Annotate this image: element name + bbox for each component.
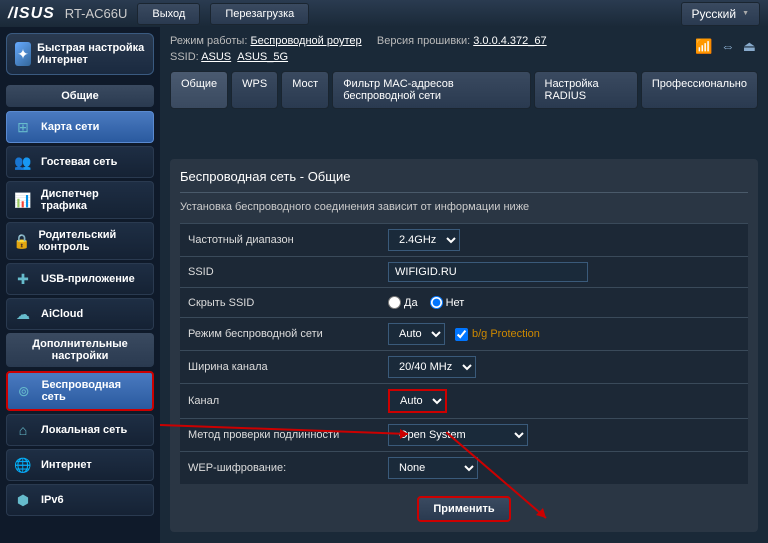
- tab-general[interactable]: Общие: [170, 71, 228, 109]
- fw-label: Версия прошивки:: [377, 35, 473, 47]
- ssid-prefix: SSID:: [170, 51, 201, 63]
- nav-label: Беспроводная сеть: [42, 379, 146, 403]
- ssid2-link[interactable]: ASUS_5G: [237, 51, 288, 63]
- ssid-input[interactable]: [388, 262, 588, 282]
- radio-yes[interactable]: Да: [388, 296, 418, 309]
- chart-icon: 📊: [13, 191, 33, 209]
- sidebar: ✦ Быстрая настройка Интернет Общие ⊞ Карт…: [0, 27, 160, 543]
- home-icon: ⌂: [13, 421, 33, 439]
- bg-protection-check[interactable]: b/g Protection: [455, 328, 540, 341]
- wep-select[interactable]: None: [388, 457, 478, 479]
- wand-icon: ✦: [15, 42, 31, 66]
- nav-parental-control[interactable]: 🔒 Родительский контроль: [6, 222, 154, 260]
- apply-row: Применить: [180, 496, 748, 522]
- width-label: Ширина канала: [188, 361, 388, 373]
- top-icons: 📶 ⇔ ⏏: [695, 38, 756, 55]
- ipv6-icon: ⬢: [13, 491, 33, 509]
- section-general: Общие: [6, 85, 154, 107]
- apply-button[interactable]: Применить: [417, 496, 510, 522]
- nav-ipv6[interactable]: ⬢ IPv6: [6, 484, 154, 516]
- brand-logo: /ISUS: [8, 5, 55, 23]
- nav-network-map[interactable]: ⊞ Карта сети: [6, 111, 154, 143]
- nav-label: USB-приложение: [41, 273, 135, 285]
- tab-pro[interactable]: Профессионально: [641, 71, 758, 109]
- puzzle-icon: ✚: [13, 270, 33, 288]
- lock-icon: 🔒: [13, 232, 30, 250]
- ssid1-link[interactable]: ASUS: [201, 51, 231, 63]
- globe-icon: 🌐: [13, 456, 33, 474]
- mode-label: Режим работы:: [170, 35, 250, 47]
- nav-label: Гостевая сеть: [41, 156, 117, 168]
- model-label: RT-AC66U: [65, 6, 128, 21]
- nav-traffic-manager[interactable]: 📊 Диспетчер трафика: [6, 181, 154, 219]
- auth-select[interactable]: Open System: [388, 424, 528, 446]
- yes-label: Да: [404, 297, 418, 309]
- wep-label: WEP-шифрование:: [188, 462, 388, 474]
- band-select[interactable]: 2.4GHz: [388, 229, 460, 251]
- row-wireless-mode: Режим беспроводной сети Auto b/g Protect…: [180, 317, 748, 350]
- nav-label: Локальная сеть: [41, 424, 127, 436]
- channel-select[interactable]: Auto: [388, 389, 447, 413]
- row-channel: Канал Auto: [180, 383, 748, 418]
- row-auth: Метод проверки подлинности Open System: [180, 418, 748, 451]
- nav-wireless[interactable]: ⊚ Беспроводная сеть: [6, 371, 154, 411]
- quick-setup-button[interactable]: ✦ Быстрая настройка Интернет: [6, 33, 154, 75]
- tabs: Общие WPS Мост Фильтр MAC-адресов беспро…: [170, 71, 758, 109]
- tab-mac-filter[interactable]: Фильтр MAC-адресов беспроводной сети: [332, 71, 530, 109]
- row-wep: WEP-шифрование: None: [180, 451, 748, 484]
- nav-label: IPv6: [41, 494, 64, 506]
- nav-aicloud[interactable]: ☁ AiCloud: [6, 298, 154, 330]
- top-bar: /ISUS RT-AC66U Выход Перезагрузка Русски…: [0, 0, 768, 27]
- no-label: Нет: [446, 297, 465, 309]
- quick-setup-label: Быстрая настройка Интернет: [37, 42, 145, 66]
- usb-icon[interactable]: ⇔: [721, 38, 735, 55]
- language-label: Русский: [692, 7, 737, 21]
- tab-bridge[interactable]: Мост: [281, 71, 329, 109]
- nav-wan[interactable]: 🌐 Интернет: [6, 449, 154, 481]
- nav-guest-network[interactable]: 👥 Гостевая сеть: [6, 146, 154, 178]
- nav-usb-app[interactable]: ✚ USB-приложение: [6, 263, 154, 295]
- band-label: Частотный диапазон: [188, 234, 388, 246]
- width-select[interactable]: 20/40 MHz: [388, 356, 476, 378]
- wifi-status-icon[interactable]: 📶: [695, 38, 712, 55]
- eject-icon[interactable]: ⏏: [743, 38, 756, 55]
- panel-desc: Установка беспроводного соединения завис…: [180, 201, 748, 213]
- info-bar: Режим работы: Беспроводной роутер Версия…: [170, 35, 758, 47]
- row-band: Частотный диапазон 2.4GHz: [180, 223, 748, 256]
- nav-label: Родительский контроль: [38, 229, 147, 253]
- row-channel-width: Ширина канала 20/40 MHz: [180, 350, 748, 383]
- tab-wps[interactable]: WPS: [231, 71, 278, 109]
- logout-button[interactable]: Выход: [137, 3, 200, 25]
- row-hide-ssid: Скрыть SSID Да Нет: [180, 287, 748, 317]
- nav-label: Интернет: [41, 459, 92, 471]
- auth-label: Метод проверки подлинности: [188, 429, 388, 441]
- network-icon: ⊞: [13, 118, 33, 136]
- fw-link[interactable]: 3.0.0.4.372_67: [473, 35, 546, 47]
- cloud-icon: ☁: [13, 305, 33, 323]
- nav-label: Диспетчер трафика: [41, 188, 147, 212]
- settings-panel: Беспроводная сеть - Общие Установка бесп…: [170, 159, 758, 532]
- ssid-bar: SSID: ASUS ASUS_5G: [170, 51, 758, 63]
- nav-label: AiCloud: [41, 308, 83, 320]
- channel-label: Канал: [188, 395, 388, 407]
- wifi-icon: ⊚: [14, 382, 34, 400]
- wmode-label: Режим беспроводной сети: [188, 328, 388, 340]
- separator: [180, 192, 748, 193]
- row-ssid: SSID: [180, 256, 748, 287]
- users-icon: 👥: [13, 153, 33, 171]
- mode-link[interactable]: Беспроводной роутер: [250, 35, 361, 47]
- nav-lan[interactable]: ⌂ Локальная сеть: [6, 414, 154, 446]
- reboot-button[interactable]: Перезагрузка: [210, 3, 309, 25]
- wmode-select[interactable]: Auto: [388, 323, 445, 345]
- hide-ssid-label: Скрыть SSID: [188, 297, 388, 309]
- panel-title: Беспроводная сеть - Общие: [180, 169, 748, 184]
- ssid-label: SSID: [188, 266, 388, 278]
- content-area: Режим работы: Беспроводной роутер Версия…: [160, 27, 768, 543]
- bg-prot-label: b/g Protection: [472, 328, 540, 340]
- radio-no[interactable]: Нет: [430, 296, 465, 309]
- tab-radius[interactable]: Настройка RADIUS: [534, 71, 638, 109]
- section-advanced: Дополнительные настройки: [6, 333, 154, 367]
- nav-label: Карта сети: [41, 121, 99, 133]
- language-select[interactable]: Русский: [681, 2, 760, 26]
